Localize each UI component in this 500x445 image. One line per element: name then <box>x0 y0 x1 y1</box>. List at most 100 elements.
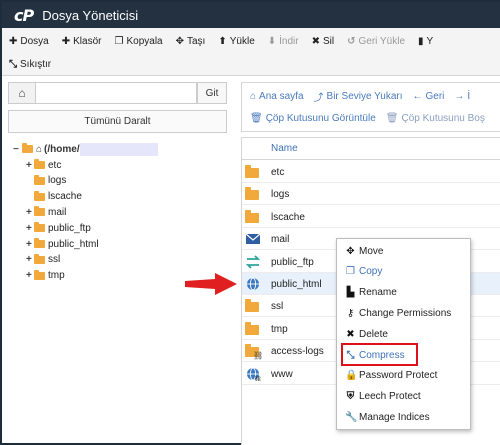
collapse-toggle-icon[interactable]: − <box>13 144 22 155</box>
tree-node-tmp[interactable]: + tmp <box>26 268 65 284</box>
toolbar: ✚ Dosya ✚ Klasör ❐ Kopyala ✥ Taşı ⬆ Yükle ⬇ İndir ✖ S… <box>2 28 500 76</box>
toolbar-button-label: Kopyala <box>126 35 163 47</box>
menu-item-label: Move <box>359 245 384 257</box>
menu-item-label: Copy <box>359 266 383 278</box>
home-icon: ⌂ <box>250 90 257 102</box>
toolbar-sil-button[interactable]: ✖ Sil <box>312 36 335 47</box>
menu-item-change-permissions[interactable]: ⚷ Change Permissions <box>345 305 451 321</box>
delete-icon: ✖ <box>346 328 355 340</box>
menu-item-leech-protect[interactable]: ⛨ Leech Protect <box>345 389 421 405</box>
tree-root[interactable]: − ⌂ (/home/ <box>13 141 158 157</box>
context-menu: ✥ Move ❐ Copy ▙ Rename ⚷ Change Permissions ✖ Del… <box>336 238 471 430</box>
toolbar-row-1: ✚ Dosya ✚ Klasör ❐ Kopyala ✥ Taşı ⬆ Yükle ⬇ İndir ✖ S… <box>2 30 439 52</box>
tree-node-label: etc <box>48 159 62 171</box>
globe-icon <box>247 277 259 291</box>
download-icon: ⬇ <box>267 35 277 47</box>
file-row-lscache[interactable]: lscache <box>242 206 500 228</box>
nav-trash-button[interactable]: 🗑 Çöp Kutusunu Görüntüle <box>250 113 376 124</box>
folder-icon <box>34 269 45 280</box>
toolbar-klasör-button[interactable]: ✚ Klasör <box>62 36 102 47</box>
nav-row-2: 🗑 Çöp Kutusunu Görüntüle 🗑 Çöp Kutusunu Boş <box>250 108 495 128</box>
expand-toggle-icon[interactable]: + <box>26 207 34 218</box>
folder-icon <box>34 253 45 264</box>
toolbar-button-label: Y <box>426 35 434 47</box>
file-row-etc[interactable]: etc <box>242 161 500 183</box>
ftp-transfer-icon <box>245 254 261 269</box>
nav-back-arrow-button[interactable]: ← Geri <box>413 91 445 102</box>
toolbar-taşı-button[interactable]: ✥ Taşı <box>176 36 206 47</box>
copy-icon: ❐ <box>114 35 124 47</box>
expand-toggle-icon[interactable]: + <box>26 254 34 265</box>
tree-node-label: lscache <box>48 191 82 203</box>
file-name: mail <box>271 234 290 246</box>
nav-trash-button[interactable]: 🗑 Çöp Kutusunu Boş <box>386 113 485 124</box>
toolbar-button-label: Geri Yükle <box>358 35 406 47</box>
move-icon: ✥ <box>346 245 355 257</box>
lock-icon: 🔒 <box>345 370 358 382</box>
toolbar-kopyala-button[interactable]: ❐ Kopyala <box>115 36 163 47</box>
toolbar-row-2: ⤡ Sıkıştır <box>2 53 57 75</box>
toolbar-button-label: İndir <box>279 35 299 47</box>
tree-node-mail[interactable]: + mail <box>26 204 66 220</box>
menu-item-label: Password Protect <box>359 370 438 382</box>
expand-toggle-icon[interactable]: + <box>26 270 34 281</box>
nav-forward-arrow-button[interactable]: → İ <box>454 91 470 102</box>
folder-icon <box>245 299 259 313</box>
toolbar-i-ndir-button[interactable]: ⬇ İndir <box>268 36 299 47</box>
tree-node-public_html[interactable]: + public_html <box>26 236 99 252</box>
expand-toggle-icon[interactable]: + <box>26 160 34 171</box>
file-name: access-logs <box>271 346 324 358</box>
tree-node-label: tmp <box>48 270 65 282</box>
toolbar-dosya-button[interactable]: ✚ Dosya <box>9 36 49 47</box>
file-name: etc <box>271 167 285 178</box>
nav-level-up-button[interactable]: ⤴ Bir Seviye Yukarı <box>314 89 403 104</box>
wrench-icon: 🔧 <box>345 411 358 423</box>
tree-node-logs[interactable]: logs <box>26 173 66 189</box>
navigation-bar: ⌂ Ana sayfa ⤴ Bir Seviye Yukarı ← Geri → İ 🗑 Çöp… <box>241 82 500 132</box>
menu-item-rename[interactable]: ▙ Rename <box>345 285 397 301</box>
toolbar-geri-yükle-button[interactable]: ↺ Geri Yükle <box>347 36 405 47</box>
menu-item-move[interactable]: ✥ Move <box>345 243 383 259</box>
red-arrow-icon <box>185 273 237 295</box>
toolbar-y-button[interactable]: ▮ Y <box>418 36 433 47</box>
globe-link-icon: ⛓ <box>247 367 261 381</box>
home-button[interactable]: ⌂ <box>8 82 36 104</box>
toolbar-sıkıştır-button[interactable]: ⤡ Sıkıştır <box>9 59 51 70</box>
column-header-name[interactable]: Name <box>271 143 298 154</box>
file-name: www <box>271 368 293 380</box>
compress-highlight-box <box>341 343 418 366</box>
menu-item-manage-indices[interactable]: 🔧 Manage Indices <box>345 409 430 425</box>
expand-toggle-icon[interactable]: + <box>26 223 34 234</box>
expand-toggle-icon[interactable]: + <box>26 239 34 250</box>
tree-node-lscache[interactable]: lscache <box>26 189 82 205</box>
shield-icon: ⛨ <box>346 391 355 403</box>
link-badge-icon: ⛓ <box>253 351 264 361</box>
tree-node-ssl[interactable]: + ssl <box>26 252 60 268</box>
home-icon: ⌂ <box>18 86 26 100</box>
folder-open-icon <box>22 143 33 153</box>
plus-icon: ✚ <box>9 35 18 47</box>
tree-node-etc[interactable]: + etc <box>26 157 61 173</box>
toolbar-button-label: Sil <box>322 35 335 47</box>
collapse-all-button[interactable]: Tümünü Daralt <box>8 110 227 133</box>
menu-item-copy[interactable]: ❐ Copy <box>345 264 382 280</box>
compress-icon: ⤡ <box>9 58 17 70</box>
mail-icon <box>245 233 261 245</box>
move-icon: ✥ <box>175 35 184 47</box>
nav-home-button[interactable]: ⌂ Ana sayfa <box>250 91 304 102</box>
cpanel-logo: cP <box>14 5 34 25</box>
tree-root-label: (/home/ <box>44 143 80 155</box>
path-input[interactable] <box>36 82 197 104</box>
go-button[interactable]: Git <box>197 82 227 104</box>
file-name: public_html <box>271 279 322 290</box>
toolbar-button-label: Klasör <box>73 35 102 47</box>
menu-item-password-protect[interactable]: 🔒 Password Protect <box>345 368 437 384</box>
folder-icon <box>34 159 45 169</box>
toolbar-yükle-button[interactable]: ⬆ Yükle <box>218 36 254 47</box>
menu-item-delete[interactable]: ✖ Delete <box>345 326 388 342</box>
nav-label: Çöp Kutusunu Görüntüle <box>265 112 376 124</box>
tree-node-public_ftp[interactable]: + public_ftp <box>26 220 91 236</box>
file-row-logs[interactable]: logs <box>242 183 500 206</box>
home-icon: ⌂ <box>36 143 43 155</box>
folder-icon <box>245 321 259 335</box>
